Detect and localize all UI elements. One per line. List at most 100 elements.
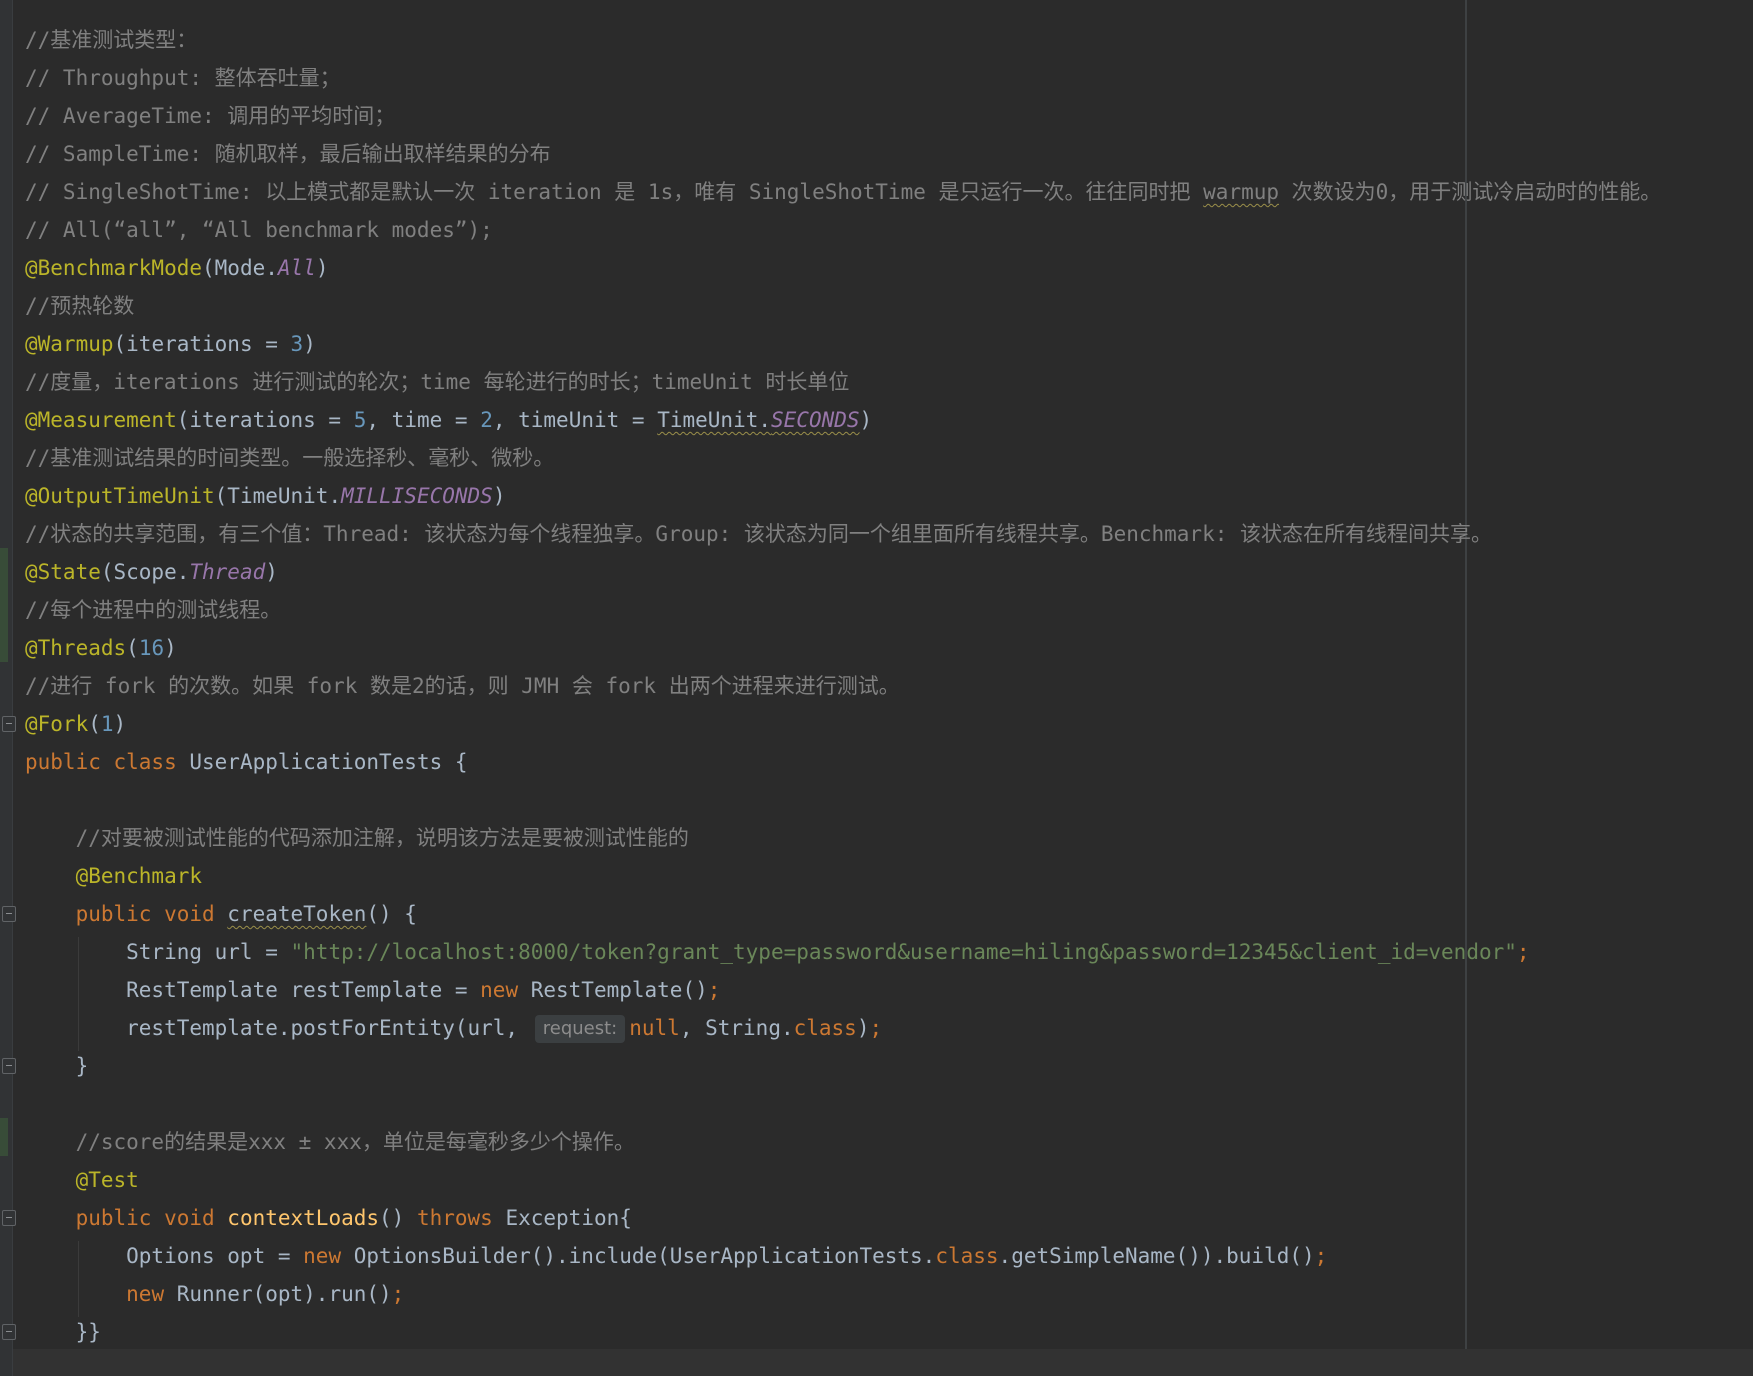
- annotation-token: @Test: [25, 1168, 139, 1192]
- code-token: RestTemplate(): [530, 978, 708, 1002]
- constant-token: All: [277, 256, 316, 280]
- method-name-token[interactable]: createToken: [227, 902, 366, 926]
- annotation-token: @Warmup: [25, 332, 114, 356]
- constant-token: MILLISECONDS: [341, 484, 493, 508]
- code-line-statement: restTemplate.postForEntity(url, request:…: [25, 1009, 882, 1047]
- code-token: ): [492, 484, 506, 508]
- code-token: (: [126, 636, 139, 660]
- code-token: (iterations =: [176, 408, 354, 432]
- code-line-brace: }: [25, 1054, 89, 1078]
- parameter-hint: request:: [534, 1015, 626, 1043]
- code-line-comment: //度量，iterations 进行测试的轮次；time 每轮进行的时长；tim…: [25, 370, 850, 394]
- code-token: ): [265, 560, 278, 584]
- typo-warning-word[interactable]: warmup: [1203, 180, 1279, 204]
- code-line-method-declaration: public void createToken() {: [25, 895, 417, 933]
- code-line-comment: //预热轮数: [25, 294, 135, 318]
- code-line-method-declaration: public void contextLoads() throws Except…: [25, 1199, 632, 1237]
- code-line-annotation: @State(Scope.Thread): [25, 553, 278, 591]
- code-token: , String.: [679, 1016, 794, 1040]
- annotation-token: @Threads: [25, 636, 127, 660]
- code-token: (iterations =: [113, 332, 291, 356]
- code-token: ): [856, 1016, 870, 1040]
- number-token: 2: [480, 408, 493, 432]
- fold-toggle-icon[interactable]: [2, 1210, 16, 1226]
- semicolon-token: ;: [391, 1282, 405, 1306]
- method-name-token[interactable]: contextLoads: [227, 1206, 379, 1230]
- code-line-comment: //score的结果是xxx ± xxx，单位是每毫秒多少个操作。: [25, 1130, 635, 1154]
- annotation-token: @Measurement: [25, 408, 177, 432]
- class-name-token: UserApplicationTests {: [189, 750, 468, 774]
- code-token: ): [164, 636, 177, 660]
- comment-text: 次数设为0，用于测试冷启动时的性能。: [1279, 180, 1662, 204]
- code-token: ): [303, 332, 316, 356]
- code-token: (Scope.: [100, 560, 190, 584]
- code-token: (TimeUnit.: [214, 484, 342, 508]
- keyword-token: public void: [25, 902, 228, 926]
- code-token: .getSimpleName()).build(): [998, 1244, 1315, 1268]
- code-line-comment: // SampleTime: 随机取样，最后输出取样结果的分布: [25, 142, 551, 166]
- code-line-comment: // SingleShotTime: 以上模式都是默认一次 iteration …: [25, 173, 1661, 211]
- comment-text: // SingleShotTime: 以上模式都是默认一次 iteration …: [25, 180, 1204, 204]
- gutter-divider: [12, 0, 13, 1376]
- code-line-comment: // AverageTime: 调用的平均时间；: [25, 104, 396, 128]
- code-token: ): [113, 712, 127, 736]
- code-line-annotation: @Benchmark: [25, 857, 202, 895]
- code-token: Runner(opt).run(): [176, 1282, 392, 1306]
- code-line-statement: RestTemplate restTemplate = new RestTemp…: [25, 971, 720, 1009]
- code-line-annotation: @BenchmarkMode(Mode.All): [25, 249, 328, 287]
- code-token: OptionsBuilder().include(UserApplication…: [353, 1244, 936, 1268]
- constant-token: Thread: [189, 560, 266, 584]
- code-line-annotation: @Measurement(iterations = 5, time = 2, t…: [25, 401, 872, 439]
- number-token: 1: [100, 712, 114, 736]
- code-line-statement: Options opt = new OptionsBuilder().inclu…: [25, 1237, 1327, 1275]
- fold-toggle-icon[interactable]: [2, 716, 16, 732]
- code-line-comment: //进行 fork 的次数。如果 fork 数是2的话，则 JMH 会 fork…: [25, 674, 900, 698]
- semicolon-token: ;: [707, 978, 721, 1002]
- code-token: Options opt =: [25, 1244, 304, 1268]
- code-editor[interactable]: //基准测试类型： // Throughput: 整体吞吐量； // Avera…: [0, 0, 1753, 1376]
- number-token: 5: [353, 408, 367, 432]
- keyword-token: class: [935, 1244, 999, 1268]
- code-token: , timeUnit =: [492, 408, 658, 432]
- keyword-token: null: [629, 1016, 680, 1040]
- fold-toggle-icon[interactable]: [2, 906, 16, 922]
- code-token: ): [315, 256, 329, 280]
- keyword-token: public class: [25, 750, 190, 774]
- code-line-comment: //每个进程中的测试线程。: [25, 598, 282, 622]
- code-line-annotation: @OutputTimeUnit(TimeUnit.MILLISECONDS): [25, 477, 505, 515]
- code-line-annotation: @Fork(1): [25, 705, 126, 743]
- constant-token: SECONDS: [771, 408, 860, 432]
- string-literal-token: "http://localhost:8000/token?grant_type=…: [290, 940, 1517, 964]
- code-line-statement: new Runner(opt).run();: [25, 1275, 404, 1313]
- semicolon-token: ;: [1516, 940, 1530, 964]
- annotation-token: @OutputTimeUnit: [25, 484, 215, 508]
- code-token: (): [379, 1206, 417, 1230]
- code-token: (: [88, 712, 101, 736]
- code-token: , time =: [366, 408, 481, 432]
- fold-toggle-icon[interactable]: [2, 1324, 16, 1340]
- annotation-token: @Fork: [25, 712, 89, 736]
- editor-bottom-band: [13, 1349, 1753, 1376]
- number-token: 3: [290, 332, 304, 356]
- code-line-statement: String url = "http://localhost:8000/toke…: [25, 933, 1530, 971]
- code-line-comment: //基准测试类型：: [25, 28, 198, 52]
- code-token: () {: [366, 902, 417, 926]
- code-line-comment: // All(“all”, “All benchmark modes”);: [25, 218, 493, 242]
- vcs-change-marker: [0, 548, 8, 662]
- vcs-change-marker: [0, 1118, 8, 1156]
- code-token: TimeUnit.: [657, 408, 772, 432]
- keyword-token: class: [793, 1016, 857, 1040]
- keyword-token: new: [126, 1282, 177, 1306]
- warning-token[interactable]: TimeUnit.SECONDS: [657, 408, 859, 432]
- code-line-annotation: @Test: [25, 1161, 139, 1199]
- keyword-token: new: [303, 1244, 354, 1268]
- code-line-class-declaration: public class UserApplicationTests {: [25, 743, 468, 781]
- fold-toggle-icon[interactable]: [2, 1058, 16, 1074]
- code-token: restTemplate.postForEntity(url,: [25, 1016, 531, 1040]
- code-line-brace: }}: [25, 1320, 101, 1344]
- code-token: ): [859, 408, 873, 432]
- editor-gutter[interactable]: [0, 0, 12, 1376]
- code-token: RestTemplate restTemplate =: [25, 978, 481, 1002]
- code-token: String url =: [25, 940, 291, 964]
